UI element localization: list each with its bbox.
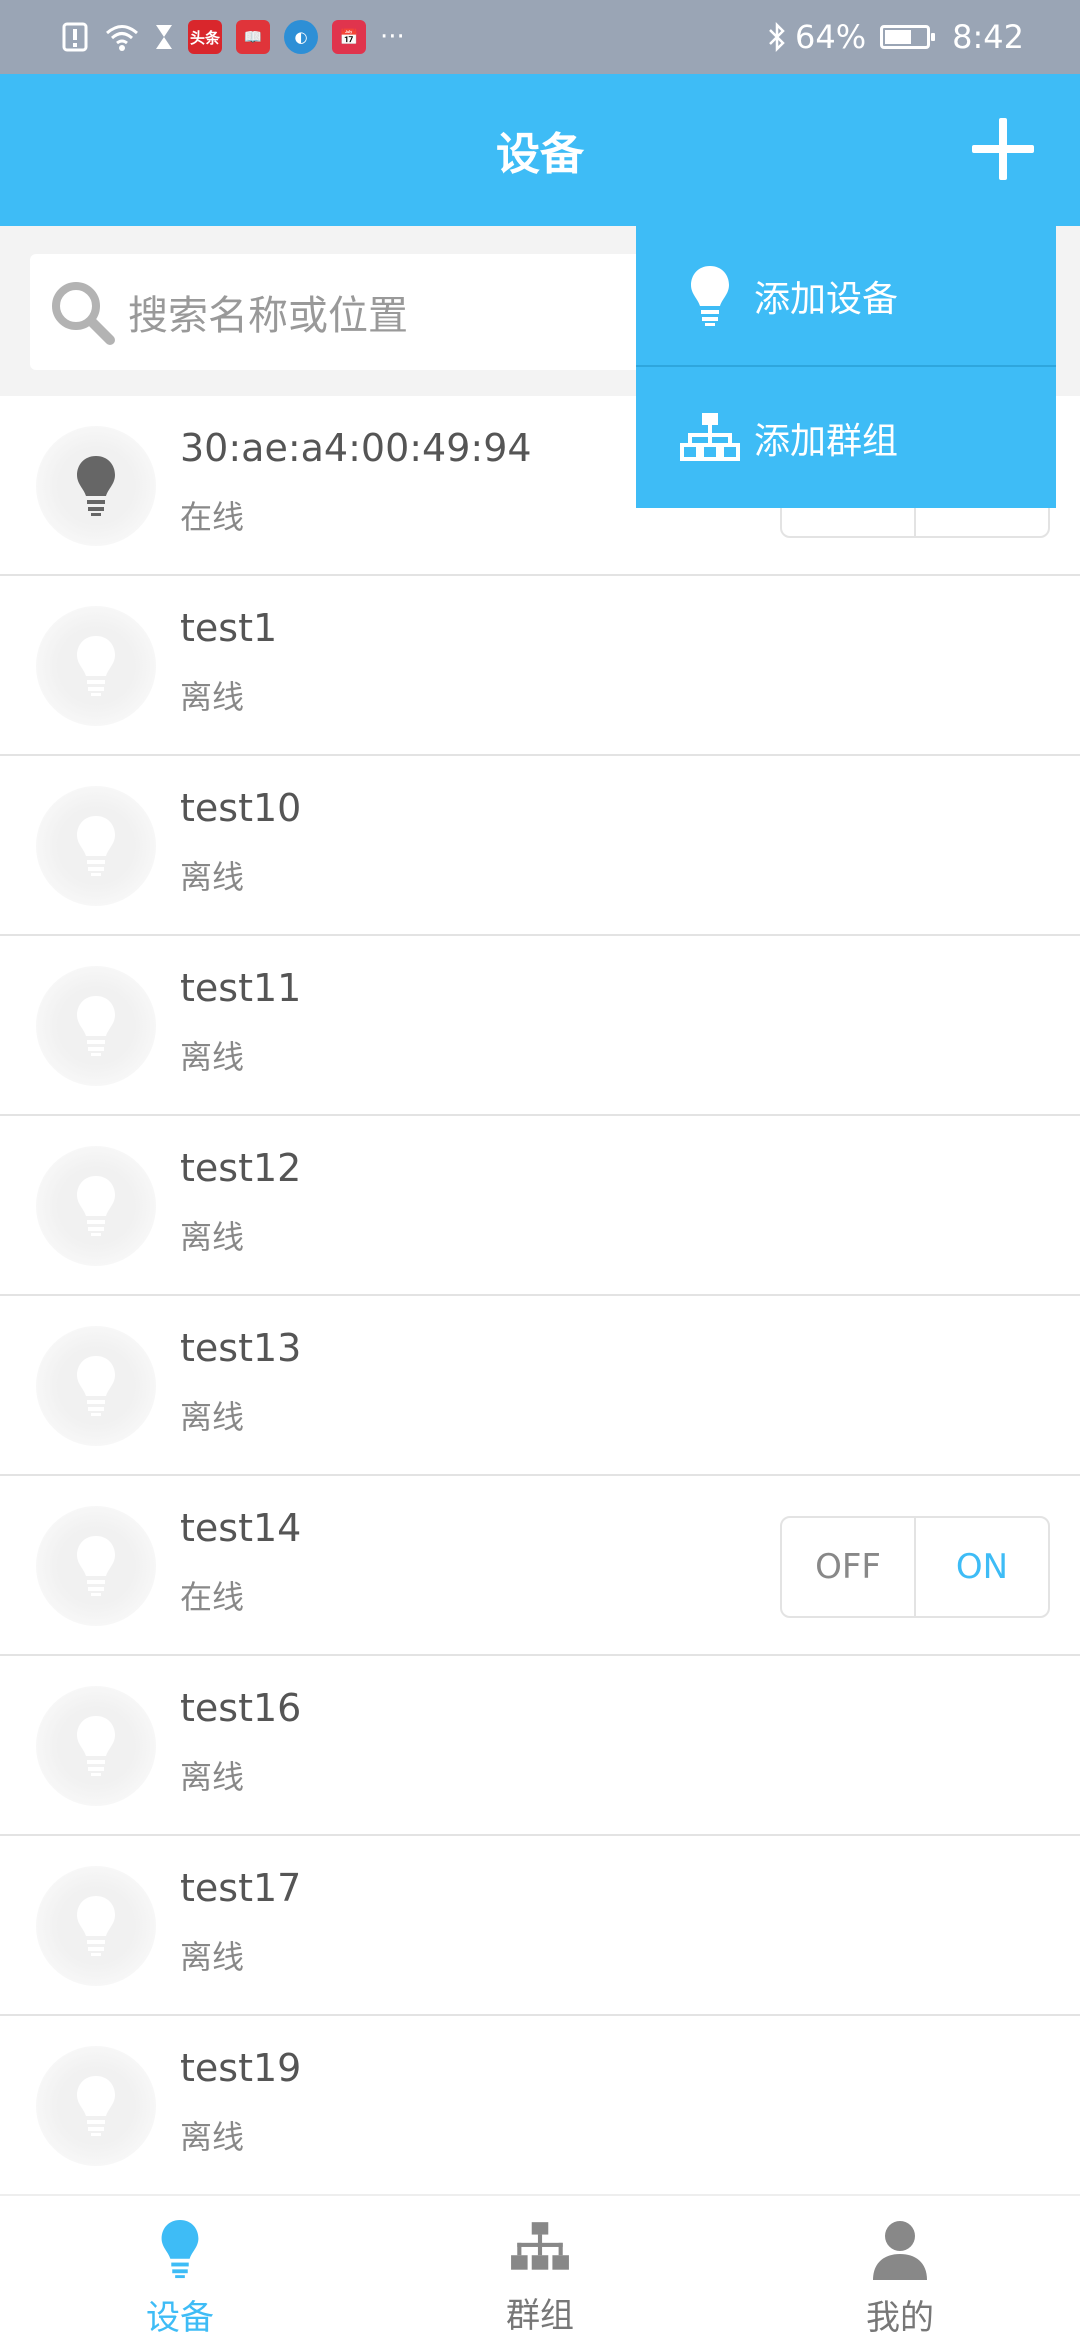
more-notifications: ···	[380, 22, 405, 52]
device-name: 30:ae:a4:00:49:94	[180, 426, 532, 470]
bulb-icon	[36, 786, 156, 906]
device-list: 30:ae:a4:00:49:94 在线 test1 离线 test10 离线 …	[0, 396, 1080, 2196]
clock: 8:42	[952, 18, 1024, 56]
bluetooth-icon	[767, 21, 787, 53]
device-row[interactable]: test10 离线	[0, 756, 1080, 936]
device-status: 离线	[180, 1038, 245, 1076]
device-name: test16	[180, 1686, 302, 1730]
device-row[interactable]: test17 离线	[0, 1836, 1080, 2016]
battery-percent: 64%	[795, 18, 867, 56]
off-button[interactable]: OFF	[782, 1518, 916, 1616]
reader-app-icon: 📖	[236, 20, 270, 54]
bulb-icon	[36, 1866, 156, 1986]
device-row[interactable]: test1 离线	[0, 576, 1080, 756]
device-row[interactable]: test14 在线 OFF ON	[0, 1476, 1080, 1656]
device-name: test14	[180, 1506, 302, 1550]
bulb-icon	[36, 966, 156, 1086]
status-bar: 头条 📖 ◐ 📅 ··· 64% 8:42	[0, 0, 1080, 74]
menu-item-add-group[interactable]: 添加群组	[636, 367, 1056, 508]
device-row[interactable]: test11 离线	[0, 936, 1080, 1116]
device-status: 在线	[180, 498, 245, 536]
device-status: 在线	[180, 1578, 245, 1616]
tab-groups[interactable]: 群组	[360, 2196, 720, 2340]
tab-label: 群组	[506, 2296, 574, 2336]
power-toggle: OFF ON	[780, 1516, 1050, 1618]
calendar-app-icon: 📅	[332, 20, 366, 54]
device-status: 离线	[180, 1218, 245, 1256]
battery-fill	[885, 30, 911, 44]
add-menu: 添加设备 添加群组	[636, 226, 1056, 508]
bulb-icon	[36, 1326, 156, 1446]
bulb-icon	[680, 261, 740, 331]
bulb-icon	[36, 606, 156, 726]
bulb-icon	[36, 2046, 156, 2166]
tab-me[interactable]: 我的	[720, 2196, 1080, 2340]
tab-label: 我的	[866, 2298, 934, 2338]
device-status: 离线	[180, 1758, 245, 1796]
device-status: 离线	[180, 1938, 245, 1976]
device-name: test13	[180, 1326, 302, 1370]
battery-icon	[880, 25, 936, 49]
status-left: 头条 📖 ◐ 📅 ···	[60, 20, 405, 54]
device-name: test1	[180, 606, 278, 650]
on-button[interactable]: ON	[916, 1518, 1048, 1616]
device-name: test12	[180, 1146, 302, 1190]
menu-item-add-device[interactable]: 添加设备	[636, 226, 1056, 367]
app-header: 设备	[0, 74, 1080, 226]
hourglass-icon	[154, 23, 174, 51]
bottom-nav: 设备 群组 我的	[0, 2194, 1080, 2340]
device-row[interactable]: test13 离线	[0, 1296, 1080, 1476]
bulb-icon	[36, 1506, 156, 1626]
bulb-icon	[158, 2218, 202, 2284]
device-row[interactable]: test19 离线	[0, 2016, 1080, 2196]
tab-label: 设备	[146, 2298, 214, 2338]
add-button[interactable]	[966, 112, 1040, 186]
search-placeholder: 搜索名称或位置	[128, 293, 408, 339]
search-icon	[46, 276, 118, 348]
page-title: 设备	[496, 129, 584, 180]
device-status: 离线	[180, 2118, 245, 2156]
person-icon	[869, 2218, 931, 2284]
wifi-icon	[104, 22, 140, 52]
browser-app-icon: ◐	[284, 20, 318, 54]
group-tree-icon	[509, 2218, 571, 2282]
bulb-icon	[36, 1686, 156, 1806]
device-name: test17	[180, 1866, 302, 1910]
device-row[interactable]: test16 离线	[0, 1656, 1080, 1836]
group-tree-icon	[680, 403, 740, 473]
menu-item-label: 添加群组	[754, 420, 899, 462]
tab-devices[interactable]: 设备	[0, 2196, 360, 2340]
device-name: test10	[180, 786, 302, 830]
bulb-icon	[36, 426, 156, 546]
device-name: test19	[180, 2046, 302, 2090]
menu-item-label: 添加设备	[754, 278, 899, 320]
device-status: 离线	[180, 858, 245, 896]
device-row[interactable]: test12 离线	[0, 1116, 1080, 1296]
device-name: test11	[180, 966, 302, 1010]
toutiao-app-icon: 头条	[188, 20, 222, 54]
bulb-icon	[36, 1146, 156, 1266]
status-right: 64% 8:42	[767, 18, 1024, 56]
device-status: 离线	[180, 678, 245, 716]
device-status: 离线	[180, 1398, 245, 1436]
alert-icon	[60, 22, 90, 52]
